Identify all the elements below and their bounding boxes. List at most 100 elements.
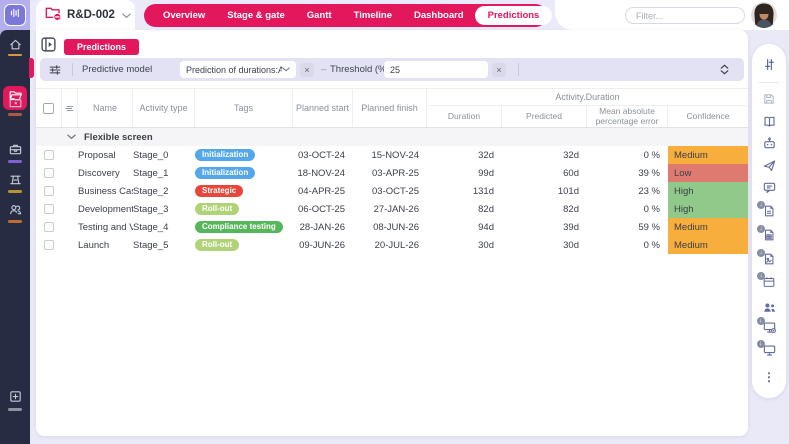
row-checkbox[interactable] (44, 150, 54, 160)
export-spreadsheet-button[interactable]: ↓ (752, 228, 786, 246)
column-header-planned-start[interactable]: Planned start (293, 89, 353, 127)
column-header-planned-finish[interactable]: Planned finish (353, 89, 427, 127)
cell-predicted: 30d (502, 240, 587, 251)
clear-model-button[interactable]: × (300, 63, 314, 77)
column-header-mape[interactable]: Mean absolute percentage error (587, 106, 668, 127)
team-icon (762, 300, 777, 315)
table-row[interactable]: Testing and V...Stage_4Compliance testin… (36, 218, 748, 236)
project-chevron-down-icon[interactable] (122, 6, 131, 24)
export-pdf-button[interactable]: ↓ (752, 204, 786, 222)
table-row[interactable]: Business CaseStage_2Strategic04-APR-2503… (36, 182, 748, 200)
row-checkbox[interactable] (44, 222, 54, 232)
add-underline (8, 408, 22, 411)
table-row[interactable]: DiscoveryStage_1Initialization18-NOV-240… (36, 164, 748, 182)
row-checkbox[interactable] (44, 186, 54, 196)
clear-threshold-button[interactable]: × (492, 63, 506, 77)
project-tab[interactable]: R&D-002 (36, 0, 135, 30)
folder-star-underline (8, 113, 22, 116)
export-image-button[interactable]: ↓ (752, 252, 786, 270)
robot-button[interactable] (752, 134, 786, 152)
team-button[interactable] (752, 298, 786, 316)
group-row[interactable]: Flexible screen (36, 128, 748, 146)
tab-overview[interactable]: Overview (152, 10, 216, 21)
cell-activity-type: Stage_0 (133, 150, 195, 161)
cell-predicted: 101d (502, 186, 587, 197)
cell-mape: 0 % (587, 204, 668, 215)
sidebar-item-stage-gate[interactable] (0, 172, 30, 188)
cell-name: Business Case (78, 186, 133, 197)
table-row[interactable]: DevelopmentStage_3Roll-out06-OCT-2527-JA… (36, 200, 748, 218)
cell-planned-start: 18-NOV-24 (293, 168, 353, 179)
user-avatar[interactable] (751, 2, 777, 28)
download-badge: ↓ (757, 317, 765, 325)
cell-activity-type: Stage_3 (133, 204, 195, 215)
column-header-tags[interactable]: Tags (195, 89, 293, 127)
column-header-activity-type[interactable]: Activity type (133, 89, 195, 127)
column-header-duration[interactable]: Duration (427, 106, 502, 127)
row-checkbox[interactable] (44, 240, 54, 250)
divider (72, 63, 73, 76)
filter-input[interactable] (625, 7, 745, 24)
model-select[interactable]: Prediction of durations:Acti (180, 61, 296, 78)
table-row[interactable]: ProposalStage_0Initialization03-OCT-2415… (36, 146, 748, 164)
tab-dashboard[interactable]: Dashboard (403, 10, 475, 21)
column-header-predicted[interactable]: Predicted (502, 106, 587, 127)
screen-button[interactable]: ↓ (752, 344, 786, 362)
sidebar-item-add[interactable] (0, 389, 30, 405)
cell-duration: 32d (427, 150, 502, 161)
row-select-cell (36, 168, 62, 178)
row-checkbox[interactable] (44, 204, 54, 214)
tab-timeline[interactable]: Timeline (343, 10, 403, 21)
screen-settings-button[interactable]: ↓ (752, 321, 786, 339)
report-book-button[interactable] (752, 112, 786, 130)
column-header-confidence[interactable]: Confidence (668, 106, 748, 127)
model-value: Prediction of durations:Acti (186, 65, 282, 75)
more-button[interactable]: ⋮ (752, 368, 786, 386)
users-icon (8, 202, 23, 218)
calendar-button[interactable]: ↓ (752, 275, 786, 293)
app-root: R&D-002 OverviewStage & gateGanttTimelin… (0, 0, 789, 444)
sidebar-item-home[interactable] (0, 37, 30, 53)
sidebar-item-briefcase[interactable] (0, 142, 30, 158)
sliders-button[interactable] (752, 55, 786, 73)
sliders-icon (762, 57, 777, 72)
cell-duration: 82d (427, 204, 502, 215)
threshold-input[interactable]: 25 (384, 61, 488, 78)
spinner-control[interactable] (720, 58, 729, 81)
sidebar-item-users[interactable] (0, 202, 30, 218)
sidebar-item-folder-star[interactable] (0, 95, 30, 111)
tag-pill: Strategic (195, 185, 243, 197)
cell-planned-start: 03-OCT-24 (293, 150, 353, 161)
cell-planned-finish: 08-JUN-26 (353, 222, 427, 233)
group-collapse-icon[interactable] (67, 134, 76, 140)
hierarchy-icon (64, 103, 75, 114)
table-header: Name Activity type Tags Planned start Pl… (36, 88, 748, 128)
table-row[interactable]: LaunchStage_5Roll-out09-JUN-2620-JUL-263… (36, 236, 748, 254)
select-all-header[interactable] (36, 89, 62, 127)
left-sidebar (0, 0, 30, 444)
cell-name: Testing and V... (78, 222, 133, 233)
cell-planned-finish: 20-JUL-26 (353, 240, 427, 251)
filter-sliders-icon[interactable] (48, 58, 62, 81)
cell-activity-type: Stage_1 (133, 168, 195, 179)
comment-button[interactable] (752, 178, 786, 196)
row-checkbox[interactable] (44, 168, 54, 178)
main-panel: Predictions Predictive model Prediction … (36, 30, 748, 436)
row-select-cell (36, 222, 62, 232)
topbar: R&D-002 OverviewStage & gateGanttTimelin… (30, 0, 789, 30)
column-header-name[interactable]: Name (78, 89, 133, 127)
app-logo[interactable] (4, 4, 26, 26)
hierarchy-header[interactable] (62, 89, 78, 127)
save-button[interactable] (752, 90, 786, 108)
tab-predictions[interactable]: Predictions (475, 6, 553, 25)
predictions-button[interactable]: Predictions (64, 39, 139, 55)
cell-tags: Initialization (195, 167, 293, 179)
download-badge: ↓ (757, 340, 765, 348)
tab-stage-gate[interactable]: Stage & gate (216, 10, 296, 21)
select-all-checkbox[interactable] (43, 103, 54, 114)
expand-panel-icon[interactable] (40, 36, 57, 58)
add-view-button[interactable] (560, 8, 575, 23)
send-button[interactable] (752, 156, 786, 174)
tab-gantt[interactable]: Gantt (296, 10, 343, 21)
plus-square-icon (8, 389, 23, 405)
